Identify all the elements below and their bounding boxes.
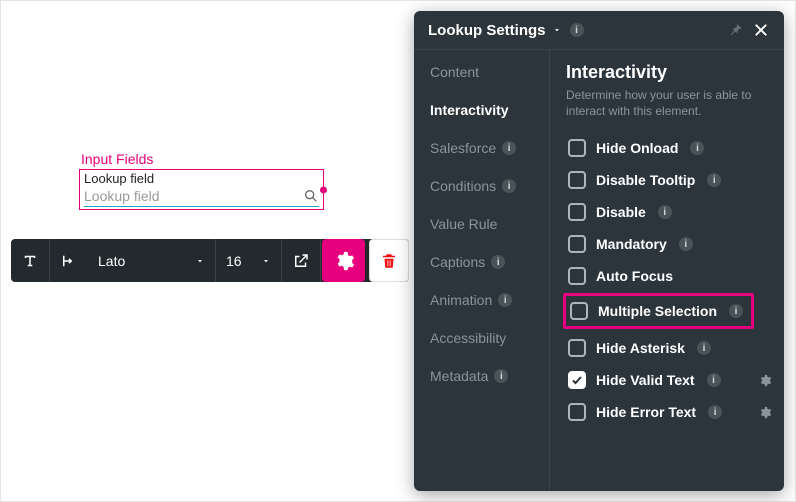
checkbox[interactable] (568, 403, 586, 421)
tab-metadata[interactable]: Metadatai (430, 368, 549, 384)
info-icon[interactable]: i (679, 237, 693, 251)
side-tabs: Content Interactivity Salesforcei Condit… (414, 50, 550, 491)
align-tool-button[interactable] (50, 239, 88, 282)
option-label: Hide Error Text (596, 404, 696, 420)
checkbox[interactable] (568, 139, 586, 157)
gear-icon (333, 250, 355, 272)
text-icon (21, 252, 39, 270)
gear-icon[interactable] (757, 373, 772, 388)
info-icon[interactable]: i (707, 373, 721, 387)
text-tool-button[interactable] (11, 239, 50, 282)
chevron-down-icon (552, 25, 562, 35)
canvas-field: Input Fields Lookup field (79, 151, 324, 210)
info-icon: i (502, 179, 516, 193)
chevron-down-icon (261, 256, 271, 266)
option-disable[interactable]: Disable i (566, 197, 770, 227)
option-label: Hide Valid Text (596, 372, 695, 388)
field-section-title: Input Fields (79, 151, 324, 167)
open-external-icon (292, 252, 310, 270)
settings-panel: Lookup Settings i Content Interactivity … (414, 11, 784, 491)
pin-icon[interactable] (726, 21, 744, 39)
gear-icon[interactable] (757, 405, 772, 420)
info-icon: i (491, 255, 505, 269)
checkbox[interactable] (568, 339, 586, 357)
pane-subtitle: Determine how your user is able to inter… (566, 87, 770, 119)
align-left-icon (60, 252, 78, 270)
option-label: Hide Asterisk (596, 340, 685, 356)
panel-title-text: Lookup Settings (428, 22, 546, 39)
check-icon (571, 374, 583, 386)
option-label: Hide Onload (596, 140, 678, 156)
option-label: Multiple Selection (598, 303, 717, 319)
option-mandatory[interactable]: Mandatory i (566, 229, 770, 259)
lookup-field-input[interactable] (84, 188, 303, 204)
text-toolbar: Lato 16 (11, 239, 409, 282)
option-auto-focus[interactable]: Auto Focus (566, 261, 770, 291)
option-hide-asterisk[interactable]: Hide Asterisk i (566, 333, 770, 363)
tab-accessibility[interactable]: Accessibility (430, 330, 549, 346)
info-icon: i (502, 141, 516, 155)
info-icon[interactable]: i (658, 205, 672, 219)
interactivity-pane: Interactivity Determine how your user is… (550, 50, 784, 491)
font-family-select[interactable]: Lato (88, 239, 216, 282)
open-external-button[interactable] (282, 239, 321, 282)
tab-animation[interactable]: Animationi (430, 292, 549, 308)
font-size-value: 16 (226, 253, 242, 269)
lookup-field-input-wrap (84, 186, 319, 207)
panel-header: Lookup Settings i (414, 11, 784, 50)
search-icon (303, 188, 319, 204)
tab-salesforce[interactable]: Salesforcei (430, 140, 549, 156)
option-hide-error-text[interactable]: Hide Error Text i (566, 397, 770, 427)
option-highlight: Multiple Selection i (563, 293, 754, 329)
option-label: Disable (596, 204, 646, 220)
info-icon: i (498, 293, 512, 307)
chevron-down-icon (195, 256, 205, 266)
pane-title: Interactivity (566, 62, 770, 83)
info-icon[interactable]: i (708, 405, 722, 419)
info-icon[interactable]: i (707, 173, 721, 187)
resize-handle[interactable] (320, 186, 327, 193)
checkbox[interactable] (568, 371, 586, 389)
option-label: Auto Focus (596, 268, 673, 284)
option-hide-valid-text[interactable]: Hide Valid Text i (566, 365, 770, 395)
tab-interactivity[interactable]: Interactivity (430, 102, 549, 118)
option-multiple-selection[interactable]: Multiple Selection i (568, 300, 745, 322)
option-disable-tooltip[interactable]: Disable Tooltip i (566, 165, 770, 195)
option-hide-onload[interactable]: Hide Onload i (566, 133, 770, 163)
checkbox[interactable] (568, 235, 586, 253)
font-size-select[interactable]: 16 (216, 239, 282, 282)
lookup-field-label: Lookup field (80, 170, 323, 186)
info-icon[interactable]: i (697, 341, 711, 355)
panel-body: Content Interactivity Salesforcei Condit… (414, 50, 784, 491)
checkbox[interactable] (568, 203, 586, 221)
checkbox[interactable] (570, 302, 588, 320)
font-family-value: Lato (98, 253, 125, 269)
info-icon: i (494, 369, 508, 383)
lookup-field-box[interactable]: Lookup field (79, 169, 324, 210)
checkbox[interactable] (568, 171, 586, 189)
checkbox[interactable] (568, 267, 586, 285)
tab-captions[interactable]: Captionsi (430, 254, 549, 270)
tab-content[interactable]: Content (430, 64, 549, 80)
info-icon[interactable]: i (690, 141, 704, 155)
tab-conditions[interactable]: Conditionsi (430, 178, 549, 194)
settings-button[interactable] (322, 239, 365, 282)
info-icon[interactable]: i (729, 304, 743, 318)
trash-icon (380, 252, 398, 270)
info-icon[interactable]: i (570, 23, 584, 37)
option-label: Mandatory (596, 236, 667, 252)
panel-title[interactable]: Lookup Settings (428, 22, 562, 39)
option-label: Disable Tooltip (596, 172, 695, 188)
tab-value-rule[interactable]: Value Rule (430, 216, 549, 232)
delete-button[interactable] (369, 239, 409, 282)
close-icon[interactable] (752, 21, 770, 39)
